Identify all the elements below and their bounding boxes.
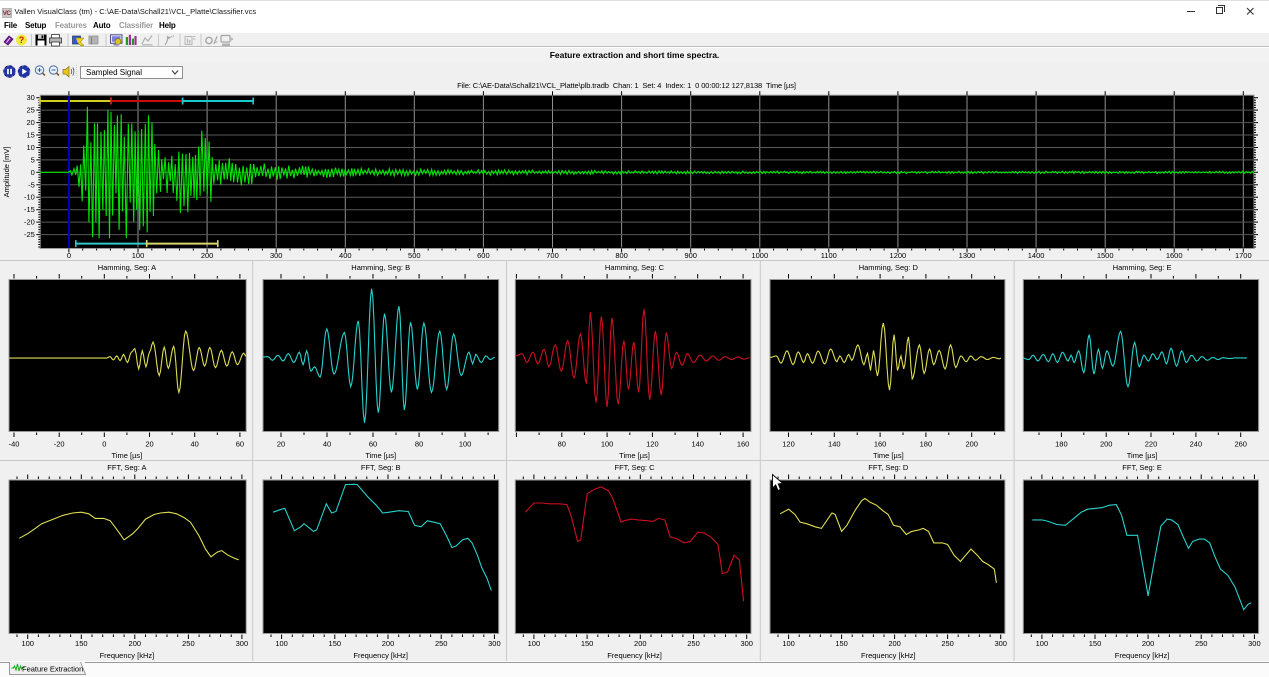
svg-text:200: 200: [1100, 440, 1113, 449]
svg-text:100: 100: [459, 440, 472, 449]
svg-text:Frequency [kHz]: Frequency [kHz]: [1115, 651, 1170, 660]
svg-text:60: 60: [369, 440, 377, 449]
svg-text:160: 160: [737, 440, 750, 449]
svg-text:Time [µs]: Time [µs]: [365, 451, 396, 460]
svg-text:200: 200: [634, 639, 647, 648]
svg-text:80: 80: [415, 440, 423, 449]
svg-text:Frequency [kHz]: Frequency [kHz]: [100, 651, 155, 660]
svg-text:150: 150: [329, 639, 342, 648]
svg-text:250: 250: [1195, 639, 1208, 648]
svg-text:300: 300: [1248, 639, 1261, 648]
svg-text:0: 0: [102, 440, 106, 449]
svg-text:300: 300: [740, 639, 753, 648]
svg-text:180: 180: [1055, 440, 1068, 449]
svg-text:-20: -20: [54, 440, 65, 449]
svg-text:40: 40: [323, 440, 331, 449]
svg-text:150: 150: [581, 639, 594, 648]
svg-text:140: 140: [828, 440, 841, 449]
svg-text:Frequency [kHz]: Frequency [kHz]: [353, 651, 408, 660]
svg-text:220: 220: [1145, 440, 1158, 449]
svg-text:160: 160: [874, 440, 887, 449]
svg-text:Hamming, Seg: C: Hamming, Seg: C: [605, 263, 665, 272]
svg-text:150: 150: [75, 639, 88, 648]
svg-text:150: 150: [1089, 639, 1102, 648]
svg-text:FFT, Seg: E: FFT, Seg: E: [1122, 463, 1162, 472]
svg-text:150: 150: [835, 639, 848, 648]
svg-text:100: 100: [1036, 639, 1049, 648]
svg-text:Time [µs]: Time [µs]: [1127, 451, 1158, 460]
svg-text:100: 100: [528, 639, 541, 648]
svg-text:200: 200: [1142, 639, 1155, 648]
svg-text:100: 100: [782, 639, 795, 648]
svg-text:FFT, Seg: C: FFT, Seg: C: [614, 463, 655, 472]
svg-text:20: 20: [145, 440, 153, 449]
svg-text:200: 200: [129, 639, 142, 648]
svg-text:Hamming, Seg: A: Hamming, Seg: A: [98, 263, 156, 272]
svg-text:100: 100: [21, 639, 34, 648]
svg-text:200: 200: [965, 440, 978, 449]
svg-text:FFT, Seg: A: FFT, Seg: A: [107, 463, 146, 472]
svg-text:40: 40: [191, 440, 199, 449]
svg-text:Hamming, Seg: E: Hamming, Seg: E: [1113, 263, 1172, 272]
svg-text:250: 250: [941, 639, 954, 648]
svg-text:Time [µs]: Time [µs]: [873, 451, 904, 460]
svg-text:200: 200: [888, 639, 901, 648]
svg-text:Time [µs]: Time [µs]: [112, 451, 143, 460]
svg-text:260: 260: [1234, 440, 1247, 449]
svg-text:60: 60: [236, 440, 244, 449]
svg-text:Time [µs]: Time [µs]: [619, 451, 650, 460]
svg-text:250: 250: [435, 639, 448, 648]
svg-text:120: 120: [646, 440, 659, 449]
svg-text:300: 300: [236, 639, 249, 648]
svg-text:250: 250: [687, 639, 700, 648]
svg-text:80: 80: [558, 440, 566, 449]
svg-text:Hamming, Seg: B: Hamming, Seg: B: [351, 263, 410, 272]
svg-text:Frequency [kHz]: Frequency [kHz]: [607, 651, 662, 660]
svg-text:FFT, Seg: B: FFT, Seg: B: [361, 463, 401, 472]
svg-text:100: 100: [601, 440, 614, 449]
svg-text:FFT, Seg: D: FFT, Seg: D: [868, 463, 909, 472]
svg-text:140: 140: [691, 440, 704, 449]
svg-text:Hamming, Seg: D: Hamming, Seg: D: [859, 263, 919, 272]
svg-text:Frequency [kHz]: Frequency [kHz]: [861, 651, 916, 660]
svg-text:200: 200: [382, 639, 395, 648]
svg-text:20: 20: [277, 440, 285, 449]
svg-text:100: 100: [275, 639, 288, 648]
svg-text:120: 120: [782, 440, 795, 449]
svg-text:-40: -40: [9, 440, 20, 449]
svg-text:250: 250: [182, 639, 195, 648]
svg-text:240: 240: [1190, 440, 1203, 449]
svg-text:300: 300: [488, 639, 501, 648]
svg-text:300: 300: [994, 639, 1007, 648]
svg-text:180: 180: [920, 440, 933, 449]
